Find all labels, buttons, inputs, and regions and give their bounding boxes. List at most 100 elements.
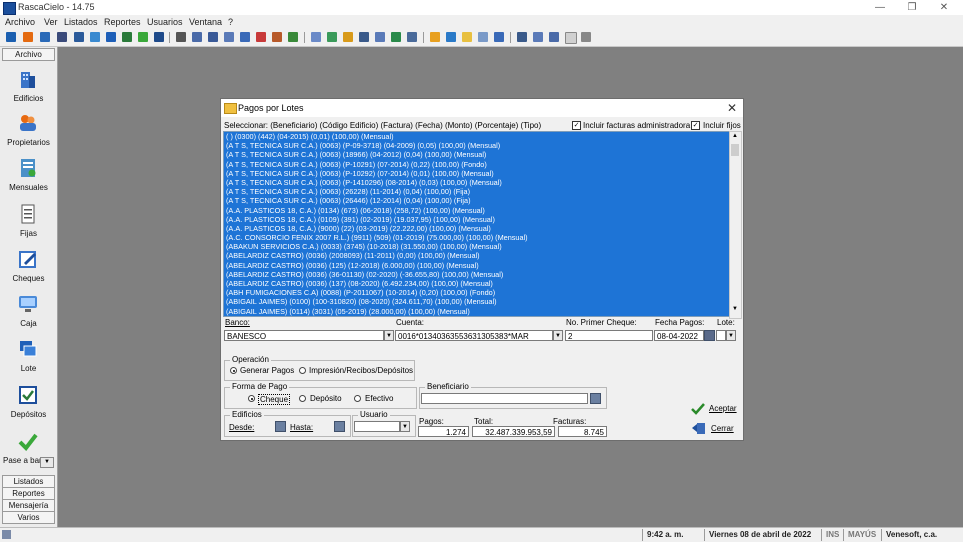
toolbar-book-icon[interactable] (494, 32, 504, 42)
sidebar-scroll-down-icon[interactable]: ▼ (40, 457, 54, 468)
menu-ventana[interactable]: Ventana (189, 17, 222, 27)
toolbar-people2-icon[interactable] (272, 32, 282, 42)
menu-archivo[interactable]: Archivo (5, 17, 35, 27)
close-window-button[interactable]: ✕ (930, 0, 958, 15)
banco-select[interactable]: BANESCO (224, 330, 384, 341)
chevron-down-icon[interactable]: ▼ (400, 421, 410, 432)
sidebar-item-caja[interactable]: Caja (0, 290, 57, 332)
calendar-icon[interactable] (704, 330, 715, 341)
sidebar-item-cheques[interactable]: Cheques (0, 245, 57, 287)
toolbar-pen-icon[interactable] (74, 32, 84, 42)
list-item[interactable]: (A T S, TECNICA SUR C.A.) (0063) (P-1029… (224, 160, 731, 169)
list-item[interactable]: (A.A. PLASTICOS 18, C.A.) (0109) (391) (… (224, 215, 731, 224)
beneficiario-input[interactable] (421, 393, 588, 404)
toolbar-image-icon[interactable] (154, 32, 164, 42)
list-item[interactable]: (ABH FUMIGACIONES C.A) (0088) (P-2011067… (224, 288, 731, 297)
sidebar-item-lote[interactable]: Lote (0, 335, 57, 377)
list-item[interactable]: (A.A. PLASTICOS 18, C.A.) (0134) (673) (… (224, 206, 731, 215)
list-item[interactable]: (A T S, TECNICA SUR C.A.) (0063) (26228)… (224, 187, 731, 196)
toolbar-mail-icon[interactable] (430, 32, 440, 42)
include-fixed-checkbox[interactable]: ✓ (691, 121, 700, 130)
toolbar-deposit-icon[interactable] (122, 32, 132, 42)
toolbar-envelope-icon[interactable] (478, 32, 488, 42)
list-item[interactable]: (A T S, TECNICA SUR C.A.) (0063) (18966)… (224, 150, 731, 159)
radio-cheque[interactable] (248, 395, 255, 402)
include-admin-checkbox[interactable]: ✓ (572, 121, 581, 130)
aceptar-button[interactable]: Aceptar (689, 400, 741, 417)
radio-generar-pagos[interactable] (230, 367, 237, 374)
sidebar-item-edificios[interactable]: Edificios (0, 65, 57, 107)
menu-reportes[interactable]: Reportes (104, 17, 141, 27)
sidebar-header-archivo[interactable]: Archivo (2, 48, 55, 61)
sidebar-item-mensuales[interactable]: Mensuales (0, 154, 57, 196)
list-item[interactable]: ( ) (0300) (442) (04-2015) (0,01) (100,0… (224, 132, 731, 141)
toolbar-people-icon[interactable] (23, 32, 33, 42)
menu-usuarios[interactable]: Usuarios (147, 17, 183, 27)
list-item[interactable]: (ABELARDIZ CASTRO) (0036) (125) (12-2018… (224, 261, 731, 270)
toolbar-db-icon[interactable] (517, 32, 527, 42)
list-item[interactable]: (A T S, TECNICA SUR C.A.) (0063) (26446)… (224, 196, 731, 205)
sidebar-item-depositos[interactable]: Depósitos (0, 381, 57, 423)
sidebar-item-fijas[interactable]: Fijas (0, 200, 57, 242)
toolbar-exit-icon[interactable] (581, 32, 591, 42)
desde-lookup-icon[interactable] (275, 421, 286, 432)
maximize-button[interactable]: ❐ (898, 0, 926, 15)
radio-efectivo[interactable] (354, 395, 361, 402)
list-item[interactable]: (A.A. PLASTICOS 18, C.A.) (9000) (22) (0… (224, 224, 731, 233)
toolbar-window-icon[interactable] (311, 32, 321, 42)
scroll-thumb[interactable] (731, 144, 739, 156)
sidebar-item-pase-a-bar[interactable]: Pase a bar ▼ (0, 427, 57, 469)
chevron-down-icon[interactable]: ▼ (384, 330, 394, 341)
sidebar-bottom-varios[interactable]: Varios (2, 511, 55, 524)
toolbar-globe-icon[interactable] (446, 32, 456, 42)
chevron-down-icon[interactable]: ▼ (726, 330, 736, 341)
toolbar-report3-icon[interactable] (224, 32, 234, 42)
hasta-lookup-icon[interactable] (334, 421, 345, 432)
menu-ver[interactable]: Ver (44, 17, 58, 27)
toolbar-report5-icon[interactable] (256, 32, 266, 42)
scroll-up-icon[interactable]: ▲ (732, 133, 738, 139)
toolbar-people3-icon[interactable] (288, 32, 298, 42)
lote-select[interactable] (716, 330, 726, 341)
list-item[interactable]: (ABELARDIZ CASTRO) (0036) (137) (08-2020… (224, 279, 731, 288)
chevron-down-icon[interactable]: ▼ (553, 330, 563, 341)
list-item[interactable]: (ABIGAIL JAIMES) (0114) (3031) (05-2019)… (224, 307, 731, 316)
toolbar-tools-icon[interactable] (407, 32, 417, 42)
list-scrollbar[interactable]: ▲ ▼ (729, 131, 742, 319)
menu-help[interactable]: ? (228, 17, 233, 27)
invoice-list[interactable]: ( ) (0300) (442) (04-2015) (0,01) (100,0… (223, 131, 732, 317)
toolbar-page-icon[interactable] (565, 32, 577, 44)
cuenta-select[interactable]: 0016*01340363553631305383*MAR (395, 330, 553, 341)
toolbar-tree-icon[interactable] (391, 32, 401, 42)
list-item[interactable]: (A T S, TECNICA SUR C.A.) (0063) (P-1410… (224, 178, 731, 187)
list-item[interactable]: (ABELARDIZ CASTRO) (0036) (2008093) (11-… (224, 251, 731, 260)
toolbar-star-icon[interactable] (343, 32, 353, 42)
toolbar-report2-icon[interactable] (208, 32, 218, 42)
radio-impresion[interactable] (299, 367, 306, 374)
toolbar-report4-icon[interactable] (240, 32, 250, 42)
list-item[interactable]: (A T S, TECNICA SUR C.A.) (0063) (P-09-3… (224, 141, 731, 150)
toolbar-buildings-icon[interactable] (6, 32, 16, 42)
menu-listados[interactable]: Listados (64, 17, 98, 27)
toolbar-report-icon[interactable] (192, 32, 202, 42)
list-item[interactable]: (ABIGAIL JAIMES) (0100) (100-310820) (08… (224, 297, 731, 306)
list-item[interactable]: (A T S, TECNICA SUR C.A.) (0063) (P-1029… (224, 169, 731, 178)
sidebar-item-propietarios[interactable]: Propietarios (0, 109, 57, 151)
beneficiario-lookup-icon[interactable] (590, 393, 601, 404)
fecha-pagos-input[interactable]: 08-04-2022 (654, 330, 704, 341)
toolbar-table-icon[interactable] (359, 32, 369, 42)
toolbar-db3-icon[interactable] (549, 32, 559, 42)
toolbar-monitor-icon[interactable] (90, 32, 100, 42)
toolbar-list-icon[interactable] (57, 32, 67, 42)
usuario-select[interactable] (354, 421, 400, 432)
dialog-close-button[interactable]: ✕ (727, 101, 737, 115)
scroll-down-icon[interactable]: ▼ (732, 306, 738, 312)
list-item[interactable]: (ABAKUN SERVICIOS C.A.) (0033) (3745) (1… (224, 242, 731, 251)
cerrar-button[interactable]: Cerrar (689, 420, 741, 437)
primer-cheque-input[interactable]: 2 (565, 330, 653, 341)
minimize-button[interactable]: — (866, 0, 894, 15)
toolbar-checkmark-icon[interactable] (138, 32, 148, 42)
list-item[interactable]: (ABELARDIZ CASTRO) (0036) (36-01130) (02… (224, 270, 731, 279)
toolbar-calc-icon[interactable] (375, 32, 385, 42)
radio-deposito[interactable] (299, 395, 306, 402)
